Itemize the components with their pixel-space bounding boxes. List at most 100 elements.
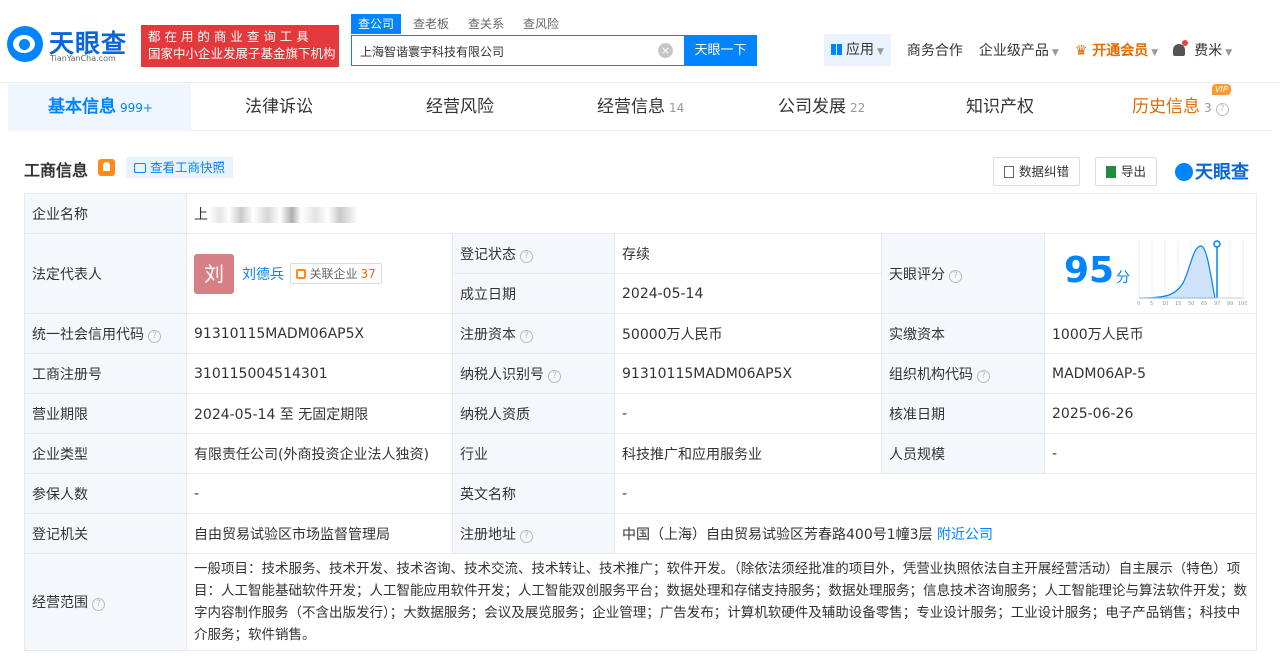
- tab-risk[interactable]: 经营风险: [426, 84, 494, 131]
- data-correction-button[interactable]: 数据纠错: [993, 157, 1081, 186]
- help-icon[interactable]: ?: [148, 329, 161, 343]
- tab-ip[interactable]: 知识产权: [966, 84, 1034, 131]
- tab-history[interactable]: 历史信息 3? VIP: [1132, 84, 1233, 131]
- nav-business-cooperation[interactable]: 商务合作: [907, 40, 963, 60]
- score-tick-label: 100: [1238, 301, 1247, 307]
- capital-value: 50000万人民币: [614, 313, 882, 354]
- slogan-banner: 都 在 用 的 商 业 查 询 工 具 国家中小企业发展子基金旗下机构: [141, 25, 339, 67]
- tab-basic-info[interactable]: 基本信息 999+: [8, 84, 191, 131]
- distribution-curve: [1138, 245, 1216, 299]
- export-label: 导出: [1121, 164, 1147, 179]
- tab-legal[interactable]: 法律诉讼: [245, 84, 313, 131]
- tianyancha-watermark-logo: 天眼查: [1175, 158, 1249, 184]
- search-tab-relation[interactable]: 查关系: [468, 14, 504, 34]
- table-row: 工商注册号 310115004514301 纳税人识别号? 91310115MA…: [24, 353, 1258, 394]
- app-menu-button[interactable]: 应用 ▼: [824, 34, 891, 66]
- help-icon[interactable]: ?: [520, 529, 533, 543]
- score-cell[interactable]: 95 分 0 5 10 15 50 65 97 99 100: [1043, 233, 1258, 314]
- help-icon[interactable]: ?: [520, 249, 533, 263]
- monitor-bell-icon[interactable]: [98, 159, 115, 176]
- chevron-down-icon: ▼: [877, 47, 884, 57]
- field-label: 英文名称: [452, 473, 615, 514]
- field-label: 经营范围: [32, 595, 88, 611]
- field-label-with-help: 统一社会信用代码?: [24, 313, 187, 354]
- field-label: 参保人数: [24, 473, 187, 514]
- search-tab-risk[interactable]: 查风险: [523, 14, 559, 34]
- search-tab-boss[interactable]: 查老板: [413, 14, 449, 34]
- nav-enterprise-products[interactable]: 企业级产品 ▼: [979, 40, 1059, 60]
- field-label-with-help: 注册地址?: [452, 513, 615, 554]
- legal-rep-link[interactable]: 刘德兵: [242, 267, 284, 283]
- user-menu[interactable]: 费米 ▼: [1194, 40, 1232, 60]
- field-label: 登记机关: [24, 513, 187, 554]
- company-type-value: 有限责任公司(外商投资企业法人独资): [186, 433, 453, 474]
- help-icon[interactable]: ?: [548, 369, 561, 383]
- field-label: 工商注册号: [24, 353, 187, 394]
- relation-icon: [296, 269, 307, 279]
- company-name-text: 上: [194, 206, 208, 223]
- nearby-companies-link[interactable]: 附近公司: [937, 527, 993, 543]
- search-input[interactable]: 上海智谐寰宇科技有限公司 × 天眼一下: [351, 35, 757, 66]
- address-cell: 中国（上海）自由贸易试验区芳春路400号1幢3层 附近公司: [613, 513, 1258, 554]
- help-icon[interactable]: ?: [949, 269, 962, 283]
- vip-label: 开通会员: [1092, 43, 1149, 59]
- search-button[interactable]: 天眼一下: [684, 35, 757, 66]
- help-icon[interactable]: ?: [92, 598, 105, 611]
- business-info-table: 企业名称 上 法定代表人 刘刘德兵 关联企业 37 登记状态? 存续 天眼评分? …: [24, 193, 1258, 651]
- tab-count: 14: [669, 101, 685, 115]
- export-button[interactable]: 导出: [1095, 157, 1158, 186]
- eye-logo-icon: [7, 26, 43, 62]
- field-label: 企业类型: [24, 433, 187, 474]
- tab-label: 经营信息: [597, 97, 665, 117]
- score-tick-label: 15: [1175, 301, 1181, 307]
- field-label: 注册地址: [460, 526, 516, 543]
- search-type-tabs: 查公司 查老板 查关系 查风险: [351, 14, 578, 34]
- top-nav: 应用 ▼ 商务合作 企业级产品 ▼ ♛ 开通会员 ▼ 费米 ▼: [824, 33, 1248, 67]
- approve-date-value: 2025-06-26: [1043, 393, 1258, 434]
- watermark-text: 天眼查: [1195, 162, 1249, 183]
- tab-development[interactable]: 公司发展 22: [778, 84, 865, 131]
- field-label: 成立日期: [452, 273, 615, 314]
- score-tick-label: 50: [1188, 301, 1194, 307]
- field-label: 法定代表人: [24, 233, 187, 314]
- blurred-text: [208, 206, 358, 223]
- search-tab-company[interactable]: 查公司: [351, 14, 402, 34]
- score-unit: 分: [1116, 270, 1131, 286]
- tab-count: 3: [1204, 101, 1212, 115]
- search-input-value[interactable]: 上海智谐寰宇科技有限公司: [360, 43, 504, 60]
- vip-badge: VIP: [1211, 84, 1231, 95]
- tab-label: 公司发展: [778, 97, 846, 117]
- related-companies-badge[interactable]: 关联企业 37: [290, 263, 382, 284]
- clear-icon[interactable]: ×: [658, 43, 673, 58]
- view-snapshot-button[interactable]: 查看工商快照: [126, 157, 234, 178]
- tianyancha-logo[interactable]: 天眼查 TianYanCha.com: [7, 24, 137, 68]
- field-label-with-help: 经营范围?: [24, 553, 187, 651]
- field-label: 企业名称: [24, 193, 187, 234]
- score-number: 95: [1064, 250, 1115, 291]
- score-tick-label: 5: [1150, 301, 1153, 307]
- tab-operation[interactable]: 经营信息 14: [597, 84, 684, 131]
- related-count: 37: [360, 267, 376, 281]
- app-menu-label: 应用: [846, 42, 874, 58]
- vip-button[interactable]: ♛ 开通会员 ▼: [1075, 40, 1158, 60]
- company-name-value: 上: [185, 193, 1258, 234]
- eye-logo-icon: [1175, 163, 1193, 181]
- notification-bell-icon[interactable]: [1172, 40, 1189, 58]
- nav-enterprise-products-label: 企业级产品: [978, 43, 1049, 59]
- score-distribution-chart: 0 5 10 15 50 65 97 99 100: [1137, 240, 1247, 307]
- table-row: 统一社会信用代码? 91310115MADM06AP5X 注册资本? 50000…: [24, 313, 1258, 354]
- field-label-with-help: 注册资本?: [452, 313, 615, 354]
- field-label: 实缴资本: [881, 313, 1045, 354]
- found-date-value: 2024-05-14: [614, 273, 882, 314]
- search-area: 查公司 查老板 查关系 查风险 上海智谐寰宇科技有限公司 × 天眼一下: [351, 14, 757, 66]
- field-label: 登记状态: [460, 246, 516, 263]
- tab-count: 999+: [120, 101, 153, 115]
- tax-qualification-value: -: [614, 393, 882, 434]
- help-icon[interactable]: ?: [977, 369, 990, 383]
- help-icon[interactable]: ?: [520, 329, 533, 343]
- logo-domain: TianYanCha.com: [50, 54, 116, 63]
- table-row: 营业期限 2024-05-14 至 无固定期限 纳税人资质 - 核准日期 202…: [24, 393, 1258, 434]
- field-label: 天眼评分: [889, 266, 945, 283]
- chevron-down-icon: ▼: [1151, 48, 1159, 58]
- score-tick-label: 65: [1201, 301, 1207, 307]
